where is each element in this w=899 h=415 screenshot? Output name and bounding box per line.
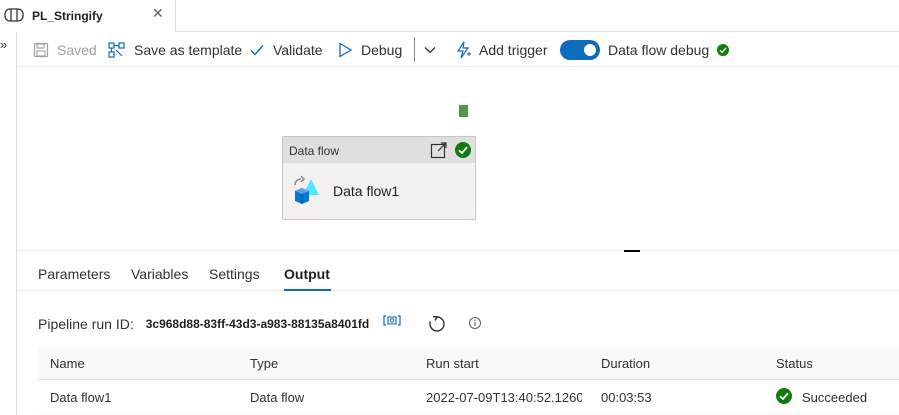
column-header-status[interactable]: Status <box>776 356 813 371</box>
save-as-template-button[interactable]: Save as template <box>108 32 242 67</box>
close-icon[interactable]: ✕ <box>152 5 164 22</box>
validate-button[interactable]: Validate <box>249 32 323 67</box>
dataflow-debug-toggle[interactable]: Data flow debug <box>560 32 737 67</box>
cell-name[interactable]: Data flow1 <box>50 390 111 405</box>
cell-status: Succeeded <box>802 390 868 405</box>
activity-body: Data flow1 <box>283 163 475 220</box>
column-header-name[interactable]: Name <box>50 356 85 371</box>
tab-pipeline[interactable]: PL_Stringify ✕ <box>0 0 176 32</box>
debug-label: Debug <box>361 41 403 58</box>
cell-duration: 00:03:53 <box>601 390 652 405</box>
expand-icon[interactable]: » <box>0 37 7 52</box>
tab-title: PL_Stringify <box>32 9 103 23</box>
add-trigger-label: Add trigger <box>479 41 548 58</box>
run-id-value: 3c968d88-83ff-43d3-a983-88135a8401fd <box>145 317 370 331</box>
properties-tabs: Parameters Variables Settings Output <box>17 251 899 291</box>
run-id-label: Pipeline run ID: <box>38 316 134 332</box>
toggle-switch[interactable] <box>560 39 600 60</box>
activity-name: Data flow1 <box>333 183 400 199</box>
open-external-icon[interactable] <box>430 141 448 159</box>
saved-button[interactable]: Saved <box>33 32 97 67</box>
debug-button[interactable]: Debug <box>337 32 402 67</box>
cell-run-start: 2022-07-09T13:40:52.12603 <box>426 390 582 405</box>
save-icon <box>33 42 49 57</box>
check-circle-icon <box>717 43 730 56</box>
debug-dropdown-button[interactable] <box>423 32 445 67</box>
pipeline-toolbar: Saved Save as template Validate Debug Ad… <box>17 32 899 67</box>
play-icon <box>339 41 353 58</box>
table-row[interactable]: Data flow1 Data flow 2022-07-09T13:40:52… <box>38 380 899 414</box>
tab-output[interactable]: Output <box>284 266 330 282</box>
column-header-run-start[interactable]: Run start <box>426 356 479 371</box>
copy-icon[interactable] <box>383 314 401 330</box>
active-tab-indicator <box>284 289 331 291</box>
activity-type-label: Data flow <box>289 144 340 158</box>
tab-bar: PL_Stringify ✕ <box>0 0 899 32</box>
activity-node[interactable]: Data flow Data flow1 <box>282 136 476 220</box>
table-header: Name Type Run start Duration Status <box>38 346 899 380</box>
tab-parameters[interactable]: Parameters <box>38 266 110 282</box>
check-circle-icon <box>776 388 792 404</box>
info-icon[interactable] <box>468 316 482 330</box>
checkmark-icon <box>250 44 264 56</box>
template-icon <box>108 41 125 58</box>
activity-header: Data flow <box>283 137 475 163</box>
chevron-down-icon <box>424 46 436 53</box>
lightning-icon <box>456 41 471 58</box>
save-as-template-label: Save as template <box>134 41 243 58</box>
run-id-row: Pipeline run ID: 3c968d88-83ff-43d3-a983… <box>38 314 481 334</box>
dataflow-debug-label: Data flow debug <box>608 41 710 58</box>
add-trigger-button[interactable]: Add trigger <box>455 32 547 67</box>
column-header-duration[interactable]: Duration <box>601 356 650 371</box>
pipeline-canvas[interactable]: Data flow Data flow1 <box>17 67 899 250</box>
tab-settings[interactable]: Settings <box>209 266 260 282</box>
success-output-port[interactable] <box>459 105 468 117</box>
refresh-icon[interactable] <box>427 314 447 334</box>
data-flow-icon <box>294 175 319 204</box>
cell-type: Data flow <box>250 390 305 405</box>
check-circle-icon <box>455 142 471 158</box>
tab-variables[interactable]: Variables <box>131 266 188 282</box>
pipeline-icon <box>4 8 24 22</box>
output-table: Name Type Run start Duration Status Data… <box>38 346 899 414</box>
left-collapse-strip: » <box>0 32 17 415</box>
column-header-type[interactable]: Type <box>250 356 278 371</box>
validate-label: Validate <box>273 41 323 58</box>
saved-label: Saved <box>57 41 97 58</box>
toolbar-separator <box>414 37 415 62</box>
